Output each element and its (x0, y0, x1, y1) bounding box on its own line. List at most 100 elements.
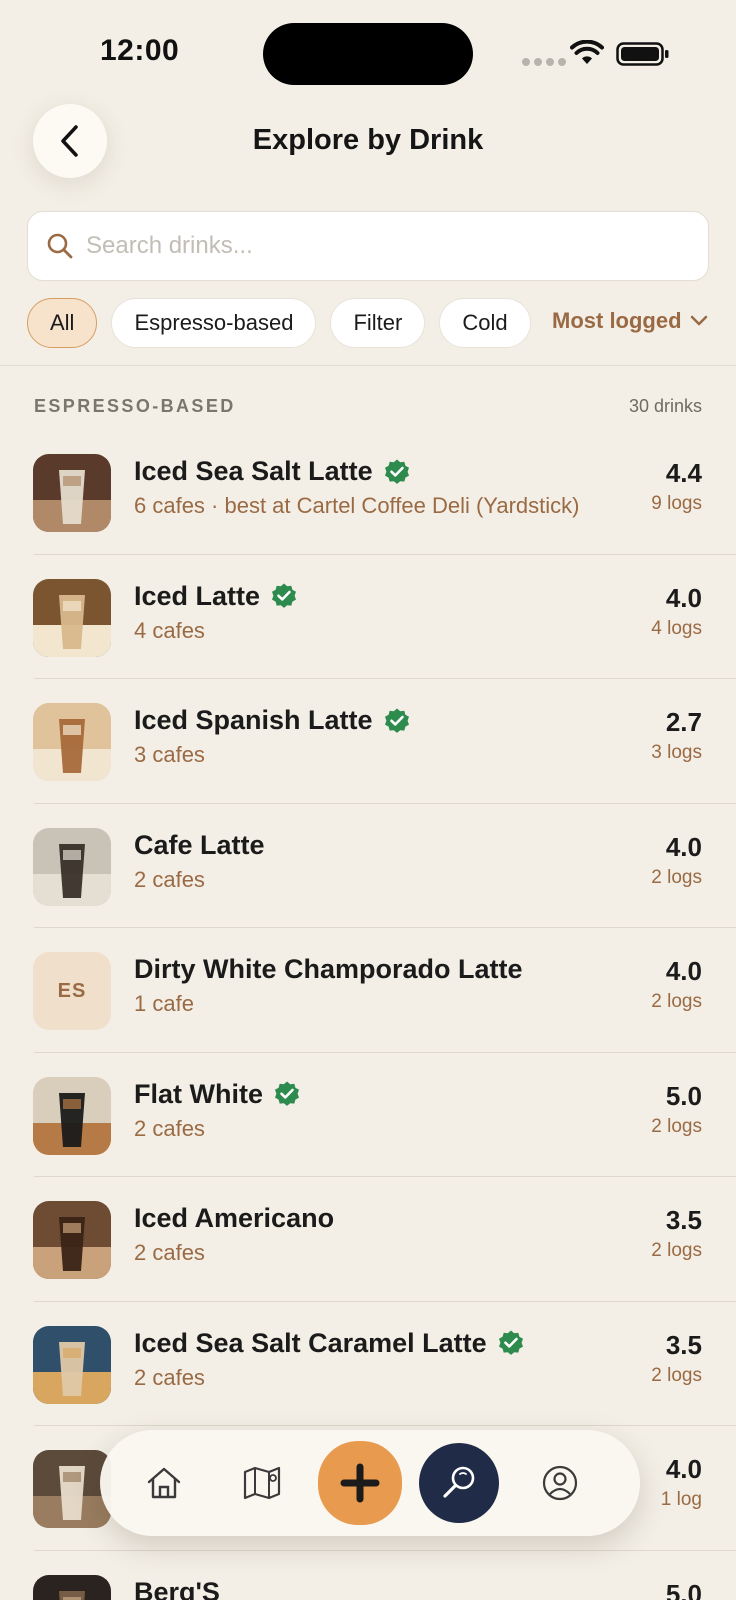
wifi-icon (570, 40, 604, 64)
search-box[interactable] (27, 211, 709, 281)
page-title: Explore by Drink (252, 124, 484, 156)
drink-row[interactable]: ES Dirty White Champorado Latte 1 cafe 4… (0, 928, 736, 1053)
section-title: ESPRESSO-BASED (34, 396, 236, 416)
drink-name: Iced Latte (134, 580, 261, 611)
drink-name-line: Dirty White Champorado Latte (134, 954, 523, 985)
signal-icon (522, 58, 566, 66)
status-time: 12:00 (100, 34, 180, 67)
chevron-down-icon (690, 315, 707, 326)
add-log-button[interactable] (318, 1441, 402, 1525)
drink-name: Iced Sea Salt Latte (134, 456, 373, 486)
verified-icon (275, 1081, 299, 1106)
drink-cafes: 2 cafes (134, 1240, 205, 1265)
drink-name: Dirty White Champorado Latte (134, 954, 523, 984)
plus-icon (340, 1463, 380, 1503)
drink-photo (33, 1076, 111, 1155)
verified-icon (272, 583, 297, 608)
search-icon (47, 233, 73, 259)
drink-name-line: Iced Sea Salt Caramel Latte (134, 1328, 525, 1359)
nav-home[interactable] (124, 1443, 204, 1523)
drink-rating: 3.5 (665, 1329, 702, 1360)
dynamic-island (263, 23, 473, 85)
filter-chip-espresso-based[interactable]: Espresso-based (111, 298, 317, 348)
drink-row[interactable]: Cafe Latte 2 cafes 4.0 2 logs (0, 804, 736, 929)
drink-name-line: Iced Americano (134, 1203, 334, 1234)
drink-name-line: Iced Latte (134, 581, 298, 612)
sort-label: Most logged (552, 308, 682, 333)
divider (0, 365, 736, 366)
drink-rating: 5.0 (665, 1578, 702, 1600)
verified-icon (498, 1330, 523, 1355)
drink-row[interactable]: Iced Latte 4 cafes 4.0 4 logs (0, 555, 736, 680)
nav-map[interactable] (222, 1443, 302, 1523)
drink-photo (33, 578, 111, 657)
status-bar: 12:00 (0, 0, 736, 100)
filter-chips: All Espresso-based Filter Cold (27, 298, 539, 350)
drink-cafes: 4 cafes (134, 617, 205, 643)
drink-photo (33, 1450, 111, 1528)
drink-name: Iced Spanish Latte (134, 705, 373, 735)
section-count: 30 drinks (628, 396, 702, 416)
filter-chip-cold[interactable]: Cold (439, 298, 531, 348)
drink-logs: 9 logs (651, 493, 702, 514)
battery-icon (616, 42, 669, 66)
nav-explore[interactable] (419, 1443, 499, 1523)
drink-cafes: 6 cafes · best at Cartel Coffee Deli (Ya… (134, 493, 580, 518)
sort-dropdown[interactable]: Most logged (552, 308, 708, 334)
drink-photo-image (33, 1201, 111, 1279)
drink-cafes: 2 cafes (134, 866, 205, 892)
drink-name-line: Iced Sea Salt Latte (134, 456, 411, 487)
drink-rating: 3.5 (665, 1205, 702, 1235)
search-input[interactable] (86, 212, 708, 280)
nav-profile[interactable] (520, 1443, 600, 1523)
drink-photo-image (33, 1325, 111, 1404)
drink-cafes: 1 cafe (134, 991, 194, 1016)
verified-icon (384, 708, 409, 733)
header: Explore by Drink (0, 100, 736, 200)
drink-photo-image (33, 578, 111, 657)
drink-name: Iced Americano (134, 1203, 335, 1233)
drink-logs: 2 logs (651, 866, 702, 888)
drink-row[interactable]: Flat White 2 cafes 5.0 2 logs (0, 1053, 736, 1178)
drink-cafes: 2 cafes (134, 1115, 205, 1141)
bottom-nav (100, 1430, 640, 1536)
drink-row[interactable]: Iced Spanish Latte 3 cafes 2.7 3 logs (0, 679, 736, 804)
drink-photo (33, 827, 111, 906)
drink-list: Iced Sea Salt Latte 6 cafes · best at Ca… (0, 430, 736, 1600)
map-icon (243, 1466, 281, 1500)
home-icon (147, 1467, 181, 1499)
drink-photo-image (33, 454, 111, 532)
drink-rating: 5.0 (665, 1080, 702, 1111)
profile-icon (542, 1465, 578, 1501)
drink-row[interactable]: Iced Sea Salt Latte 6 cafes · best at Ca… (0, 430, 736, 555)
drink-initials-thumb: ES (33, 952, 111, 1030)
drink-logs: 3 logs (651, 742, 702, 763)
drink-logs: 2 logs (651, 1364, 702, 1386)
drink-logs: 1 log (660, 1489, 702, 1510)
drink-photo (33, 1201, 111, 1279)
drink-photo (33, 1325, 111, 1404)
filter-chip-filter[interactable]: Filter (330, 298, 426, 348)
drink-photo (33, 703, 111, 781)
drink-row[interactable]: Iced Sea Salt Caramel Latte 2 cafes 3.5 … (0, 1302, 736, 1427)
drink-rating: 4.0 (665, 831, 702, 862)
drink-photo-image (33, 827, 111, 906)
drink-row[interactable]: Berg'S 5.0 (0, 1551, 736, 1600)
explore-icon (443, 1466, 475, 1498)
drink-name: Cafe Latte (134, 829, 265, 860)
drink-name-line: Cafe Latte (134, 830, 265, 861)
drink-photo-image (33, 703, 111, 781)
drink-name: Berg'S (134, 1576, 220, 1600)
drink-rating: 2.7 (665, 707, 702, 737)
filter-chip-all[interactable]: All (27, 298, 98, 348)
drink-photo-image (33, 1574, 111, 1600)
drink-logs: 2 logs (651, 1240, 702, 1261)
drink-name-line: Flat White (134, 1079, 301, 1110)
drink-logs: 2 logs (651, 991, 702, 1012)
verified-icon (384, 459, 409, 484)
drink-row[interactable]: Iced Americano 2 cafes 3.5 2 logs (0, 1177, 736, 1302)
drink-name: Iced Sea Salt Caramel Latte (134, 1327, 487, 1358)
drink-photo-image (33, 1450, 111, 1528)
drink-name-line: Berg'S (134, 1577, 220, 1600)
drink-photo (33, 1574, 111, 1600)
